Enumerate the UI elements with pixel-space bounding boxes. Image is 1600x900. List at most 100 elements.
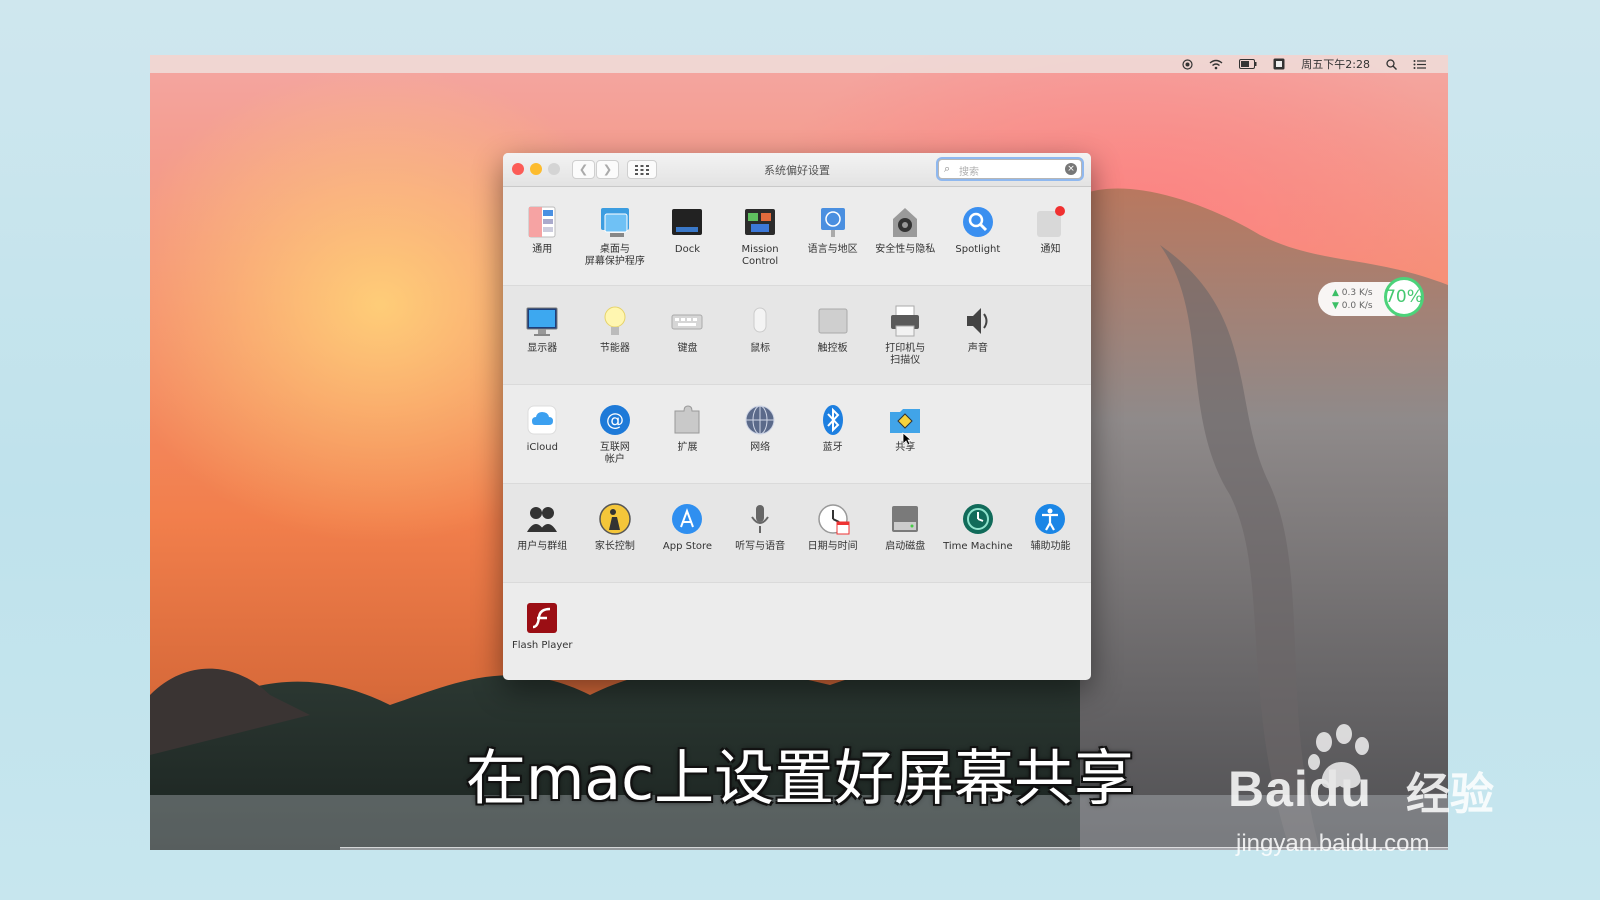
pref-pane-label: iCloud [526,442,558,453]
bluetooth-icon [816,403,850,437]
pref-pane-label: 蓝牙 [822,442,843,453]
pref-pane-energy-saver[interactable]: 节能器 [579,286,652,384]
pref-pane-label: 声音 [967,343,988,354]
preferences-row: 显示器 节能器 键盘 鼠标 触控板 打印机与 扫描仪 声音 [503,286,1091,385]
pref-pane-keyboard[interactable]: 键盘 [651,286,724,384]
search-input[interactable]: ⌕ 搜索 × [938,159,1082,179]
preferences-row: Flash Player [503,583,1091,680]
mouse-cursor-icon [902,431,913,450]
mission-control-icon [743,205,777,239]
preferences-row: iCloud @ 互联网 帐户 扩展 网络 蓝牙 共享 [503,385,1091,484]
printers-scanners-icon [888,304,922,338]
pref-pane-label: Mission Control [741,244,779,267]
security-privacy-icon [888,205,922,239]
pref-pane-language-region[interactable]: 语言与地区 [796,187,869,285]
pref-pane-extensions[interactable]: 扩展 [651,385,724,483]
icloud-icon [525,403,559,437]
pref-pane-label: Time Machine [943,541,1013,552]
spotlight-icon[interactable] [1386,58,1397,70]
pref-pane-spotlight[interactable]: Spotlight [942,187,1015,285]
pref-pane-label: 通知 [1040,244,1061,255]
memory-usage-ring: 70% [1384,277,1424,317]
window-titlebar: ❮ ❯ 系统偏好设置 ⌕ 搜索 × [503,153,1091,187]
dock-icon [670,205,704,239]
time-machine-icon [961,502,995,536]
pref-pane-trackpad[interactable]: 触控板 [796,286,869,384]
pref-pane-label: App Store [662,541,713,552]
pref-pane-label: 听写与语音 [735,541,786,552]
pref-pane-icloud[interactable]: iCloud [506,385,579,483]
record-icon[interactable] [1182,58,1193,70]
flash-player-icon [525,601,559,635]
desktop-screensaver-icon [598,205,632,239]
pref-pane-label: 辅助功能 [1030,541,1071,552]
notifications-icon [1033,205,1067,239]
pref-pane-mission-control[interactable]: Mission Control [724,187,797,285]
pref-pane-label: 日期与时间 [807,541,858,552]
notification-center-icon[interactable] [1413,59,1426,70]
date-time-icon [816,502,850,536]
search-icon: ⌕ [944,162,951,175]
pref-pane-label: Flash Player [512,640,573,651]
upload-arrow-icon: ▲ [1332,288,1339,298]
pref-pane-users-groups[interactable]: 用户与群组 [506,484,579,582]
pref-pane-desktop-screensaver[interactable]: 桌面与 屏幕保护程序 [579,187,652,285]
pref-pane-label: Spotlight [955,244,1001,255]
pref-pane-displays[interactable]: 显示器 [506,286,579,384]
wifi-icon[interactable] [1209,59,1223,70]
download-speed: 0.0 K/s [1341,301,1373,311]
preferences-row: 用户与群组 家长控制 App Store 听写与语音 日期与时间 启动磁盘 Time Mac… [503,484,1091,583]
pref-pane-accessibility[interactable]: 辅助功能 [1014,484,1087,582]
menu-bar: 周五下午2:28 [150,55,1448,73]
baidu-domain: jingyan.baidu.com [1236,830,1430,857]
pref-pane-startup-disk[interactable]: 启动磁盘 [869,484,942,582]
pref-pane-label: Dock [674,244,701,255]
search-placeholder: 搜索 [959,167,979,178]
pref-pane-label: 节能器 [599,343,630,354]
battery-icon[interactable] [1239,59,1257,69]
internet-accounts-icon: @ [598,403,632,437]
pref-pane-flash-player[interactable]: Flash Player [506,583,579,680]
pref-pane-parental-controls[interactable]: 家长控制 [579,484,652,582]
pref-pane-label: 扩展 [677,442,698,453]
pref-pane-label: 语言与地区 [807,244,858,255]
clear-search-icon[interactable]: × [1065,163,1077,175]
pref-pane-label: 通用 [532,244,553,255]
svg-text:@: @ [606,410,624,431]
pref-pane-time-machine[interactable]: Time Machine [942,484,1015,582]
pref-pane-label: 用户与群组 [517,541,568,552]
startup-disk-icon [888,502,922,536]
pref-pane-label: 家长控制 [594,541,635,552]
pref-pane-network[interactable]: 网络 [724,385,797,483]
preference-panes: 通用 桌面与 屏幕保护程序 Dock Mission Control 语言与地区 安全性与… [503,187,1091,680]
pref-pane-app-store[interactable]: App Store [651,484,724,582]
pref-pane-sound[interactable]: 声音 [942,286,1015,384]
pref-pane-dock[interactable]: Dock [651,187,724,285]
mouse-icon [743,304,777,338]
pref-pane-label: 鼠标 [750,343,771,354]
pref-pane-date-time[interactable]: 日期与时间 [796,484,869,582]
pref-pane-label: 互联网 帐户 [599,442,630,465]
trackpad-icon [816,304,850,338]
pref-pane-notifications[interactable]: 通知 [1014,187,1087,285]
pref-pane-security-privacy[interactable]: 安全性与隐私 [869,187,942,285]
pref-pane-sharing[interactable]: 共享 [869,385,942,483]
pref-pane-printers-scanners[interactable]: 打印机与 扫描仪 [869,286,942,384]
pref-pane-internet-accounts[interactable]: @ 互联网 帐户 [579,385,652,483]
pref-pane-label: 键盘 [677,343,698,354]
network-speed-widget[interactable]: ▲ 0.3 K/s ▼ 0.0 K/s 70% [1318,277,1430,321]
pref-pane-label: 安全性与隐私 [875,244,936,255]
keyboard-icon [670,304,704,338]
input-source-icon[interactable] [1273,58,1285,70]
pref-pane-bluetooth[interactable]: 蓝牙 [796,385,869,483]
pref-pane-label: 触控板 [817,343,848,354]
dictation-speech-icon [743,502,777,536]
pref-pane-dictation-speech[interactable]: 听写与语音 [724,484,797,582]
pref-pane-mouse[interactable]: 鼠标 [724,286,797,384]
energy-saver-icon [598,304,632,338]
menubar-clock[interactable]: 周五下午2:28 [1301,56,1370,72]
upload-speed: 0.3 K/s [1341,288,1373,298]
pref-pane-label: 显示器 [527,343,558,354]
parental-controls-icon [598,502,632,536]
pref-pane-general[interactable]: 通用 [506,187,579,285]
